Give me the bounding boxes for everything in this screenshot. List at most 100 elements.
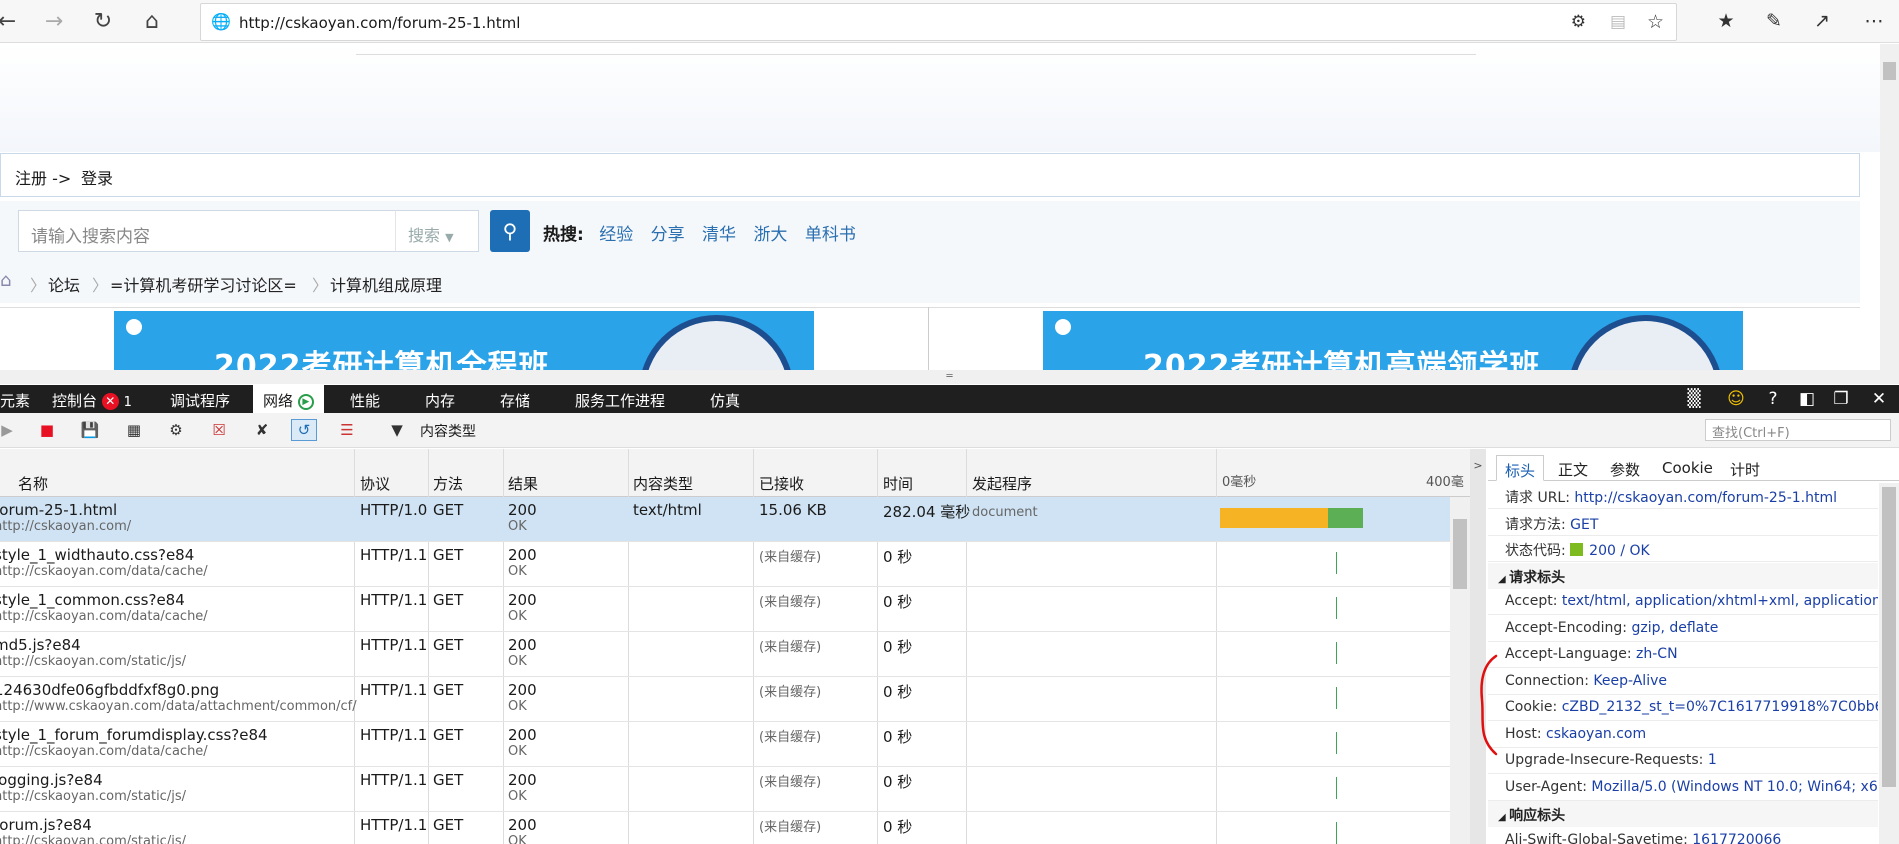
login-link[interactable]: 登录	[81, 165, 113, 189]
tab-timings[interactable]: 计时	[1730, 459, 1760, 480]
tab-cookies[interactable]: Cookie	[1662, 459, 1713, 477]
undock-icon[interactable]: ❐	[1830, 389, 1852, 409]
register-link[interactable]: 注册 ->	[15, 165, 71, 189]
smiley-icon[interactable]: ☺	[1725, 389, 1747, 409]
tab-memory[interactable]: 内存	[425, 385, 455, 413]
header-entry[interactable]: Accept-Encoding: gzip, deflate	[1488, 616, 1878, 642]
course-banner[interactable]: 2022考研计算机高端领学班	[1043, 311, 1743, 370]
hot-search-link[interactable]: 单科书	[805, 225, 856, 245]
column-header-method[interactable]: 方法	[433, 473, 463, 494]
hot-search-link[interactable]: 浙大	[753, 225, 787, 245]
favorite-star-icon[interactable]: ☆	[1647, 11, 1664, 33]
header-entry[interactable]: 请求方法: GET	[1488, 510, 1878, 536]
tab-headers[interactable]: 标头	[1496, 455, 1545, 481]
scrollbar-thumb[interactable]	[1882, 487, 1896, 787]
tab-storage[interactable]: 存储	[500, 385, 530, 413]
table-row[interactable]: forum.js?e84 http://cskaoyan.com/static/j…	[0, 812, 1450, 844]
hot-search-link[interactable]: 经验	[599, 225, 633, 245]
home-icon[interactable]: ⌂	[135, 5, 169, 37]
expand-details-icon[interactable]: >	[1470, 449, 1486, 844]
table-row[interactable]: md5.js?e84 http://cskaoyan.com/static/js/…	[0, 632, 1450, 677]
tab-body[interactable]: 正文	[1558, 459, 1588, 480]
table-scrollbar[interactable]	[1450, 497, 1470, 844]
header-entry[interactable]: Connection: Keep-Alive	[1488, 669, 1878, 695]
table-row[interactable]: style_1_common.css?e84 http://cskaoyan.co…	[0, 587, 1450, 632]
header-entry[interactable]: Accept-Language: zh-CN	[1488, 642, 1878, 668]
dock-icon[interactable]: ◧	[1796, 389, 1818, 409]
scrollbar-thumb[interactable]	[1453, 519, 1467, 589]
home-icon[interactable]: ⌂	[0, 270, 11, 291]
extension-icon[interactable]: ⚙	[1571, 12, 1586, 32]
stop-icon[interactable]: ■	[34, 419, 60, 441]
clear-entries-icon[interactable]: ☰	[334, 419, 360, 441]
waterfall-tick[interactable]	[1336, 687, 1337, 709]
header-entry[interactable]: 状态代码: 200 / OK	[1488, 536, 1878, 562]
play-icon[interactable]: ▶	[0, 419, 20, 441]
clear-cache-icon[interactable]: ✘	[249, 419, 275, 441]
settings-icon[interactable]: ⚙	[163, 419, 189, 441]
tab-parameters[interactable]: 参数	[1610, 459, 1640, 480]
reading-view-icon[interactable]: ▤	[1610, 12, 1626, 32]
column-header-name[interactable]: 名称	[18, 473, 48, 494]
search-type-select[interactable]: 搜索 ▼	[395, 210, 479, 252]
table-row[interactable]: style_1_forum_forumdisplay.css?e84 http:/…	[0, 722, 1450, 767]
column-header-content-type[interactable]: 内容类型	[633, 473, 693, 494]
waterfall-tick[interactable]	[1336, 777, 1337, 799]
pen-icon[interactable]: ✎	[1760, 8, 1788, 34]
table-row[interactable]: 124630dfe06gfbddfxf8g0.png http://www.csk…	[0, 677, 1450, 722]
table-row[interactable]: forum-25-1.html http://cskaoyan.com/HTTP/…	[0, 497, 1450, 542]
waterfall-receive-bar[interactable]	[1328, 508, 1363, 528]
waterfall-tick[interactable]	[1336, 732, 1337, 754]
back-icon[interactable]: ←	[0, 5, 24, 37]
column-header-result[interactable]: 结果	[508, 473, 538, 494]
save-icon[interactable]: 💾	[77, 419, 103, 441]
header-section[interactable]: ◢ 响应标头	[1488, 801, 1878, 827]
page-scrollbar[interactable]	[1880, 44, 1899, 370]
terminal-icon[interactable]: ▒	[1683, 389, 1705, 409]
scrollbar-thumb[interactable]	[1883, 62, 1896, 80]
help-icon[interactable]: ?	[1762, 389, 1784, 409]
close-icon[interactable]: ✕	[1868, 389, 1890, 409]
site-info-icon[interactable]: 🌐	[211, 12, 231, 31]
favorites-list-icon[interactable]: ★	[1712, 8, 1740, 34]
tab-network[interactable]: 网络 ▶	[253, 385, 324, 413]
breadcrumb-item[interactable]: 计算机组成原理	[330, 272, 442, 296]
header-entry[interactable]: 请求 URL: http://cskaoyan.com/forum-25-1.h…	[1488, 483, 1878, 509]
column-header-protocol[interactable]: 协议	[360, 473, 390, 494]
waterfall-tick[interactable]	[1336, 597, 1337, 619]
filter-icon[interactable]: ▼	[382, 419, 412, 441]
waterfall-tick[interactable]	[1336, 552, 1337, 574]
table-row[interactable]: style_1_widthauto.css?e84 http://cskaoyan…	[0, 542, 1450, 587]
waterfall-wait-bar[interactable]	[1220, 508, 1328, 528]
breadcrumb-item[interactable]: 论坛	[48, 272, 80, 296]
table-row[interactable]: logging.js?e84 http://cskaoyan.com/static…	[0, 767, 1450, 812]
course-banner[interactable]: 2022考研计算机全程班	[114, 311, 814, 370]
find-input[interactable]: 查找(Ctrl+F)	[1705, 419, 1891, 441]
waterfall-tick[interactable]	[1336, 642, 1337, 664]
always-refresh-icon[interactable]: ↺	[291, 419, 317, 441]
breadcrumb-item[interactable]: =计算机考研学习讨论区=	[110, 272, 297, 296]
column-header-initiator[interactable]: 发起程序	[972, 473, 1032, 494]
address-url[interactable]: http://cskaoyan.com/forum-25-1.html	[239, 14, 520, 32]
share-icon[interactable]: ↗	[1808, 8, 1836, 34]
search-input[interactable]: 请输入搜索内容	[18, 210, 396, 252]
tab-emulation[interactable]: 仿真	[710, 385, 740, 413]
header-entry[interactable]: User-Agent: Mozilla/5.0 (Windows NT 10.0…	[1488, 775, 1878, 801]
hot-search-link[interactable]: 清华	[702, 225, 736, 245]
clear-icon[interactable]: ☒	[206, 419, 232, 441]
tab-performance[interactable]: 性能	[350, 385, 380, 413]
content-type-filter[interactable]: 内容类型	[420, 421, 476, 441]
address-bar[interactable]: 🌐 http://cskaoyan.com/forum-25-1.html ⚙ …	[200, 3, 1677, 41]
header-entry[interactable]: Upgrade-Insecure-Requests: 1	[1488, 748, 1878, 774]
header-entry[interactable]: Accept: text/html, application/xhtml+xml…	[1488, 589, 1878, 615]
tab-console[interactable]: 控制台 ✕ 1	[52, 385, 132, 413]
waterfall-tick[interactable]	[1336, 822, 1337, 844]
hot-search-link[interactable]: 分享	[651, 225, 685, 245]
header-entry[interactable]: Host: cskaoyan.com	[1488, 722, 1878, 748]
column-header-time[interactable]: 时间	[883, 473, 913, 494]
tab-debugger[interactable]: 调试程序	[170, 385, 230, 413]
tab-elements[interactable]: 元素	[0, 385, 30, 413]
column-header-received[interactable]: 已接收	[759, 473, 804, 494]
forward-icon[interactable]: →	[37, 5, 71, 37]
details-scrollbar[interactable]	[1879, 483, 1899, 844]
